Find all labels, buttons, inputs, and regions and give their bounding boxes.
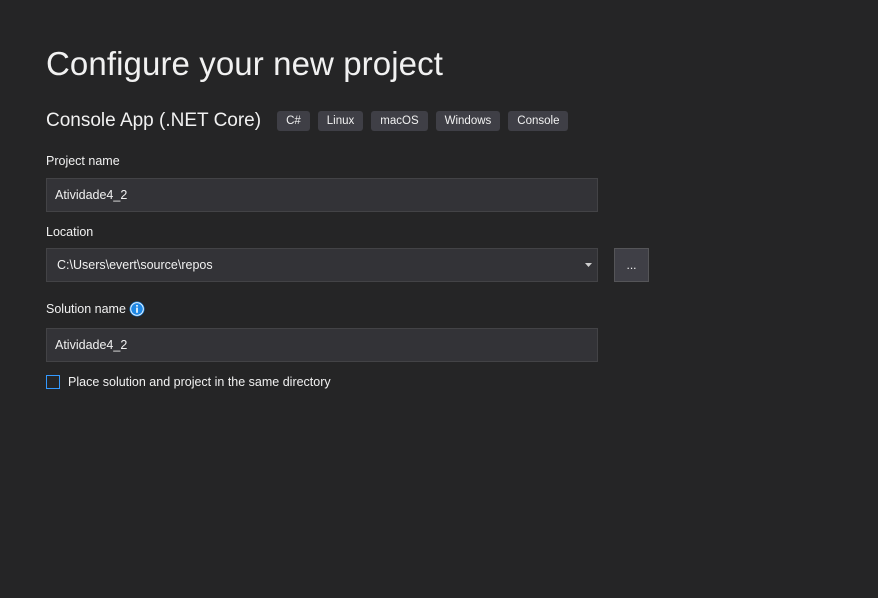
chevron-down-icon[interactable] [581,249,595,281]
configure-project-page: Configure your new project Console App (… [0,0,878,598]
page-title: Configure your new project [46,45,443,82]
tag-linux: Linux [317,111,364,131]
same-directory-label: Place solution and project in the same d… [68,375,331,389]
location-combobox[interactable]: C:\Users\evert\source\repos [46,248,598,282]
tag-console: Console [508,111,569,131]
chevron-down-glyph [584,263,592,267]
location-value: C:\Users\evert\source\repos [57,258,213,272]
template-name: Console App (.NET Core) [46,110,262,131]
template-info: Console App (.NET Core) C# Linux macOS W… [46,108,576,134]
same-directory-option[interactable]: Place solution and project in the same d… [46,374,331,390]
tag-macos: macOS [371,111,428,131]
tag-windows: Windows [435,111,501,131]
same-directory-checkbox[interactable] [46,375,60,389]
project-name-label: Project name [46,154,120,168]
browse-button[interactable]: ... [614,248,649,282]
info-icon[interactable] [129,301,145,317]
solution-name-input[interactable] [46,328,598,362]
solution-name-label: Solution name [46,302,126,316]
project-name-input[interactable] [46,178,598,212]
location-label: Location [46,225,94,239]
info-icon-glyph [129,301,145,317]
tag-csharp: C# [277,111,310,131]
